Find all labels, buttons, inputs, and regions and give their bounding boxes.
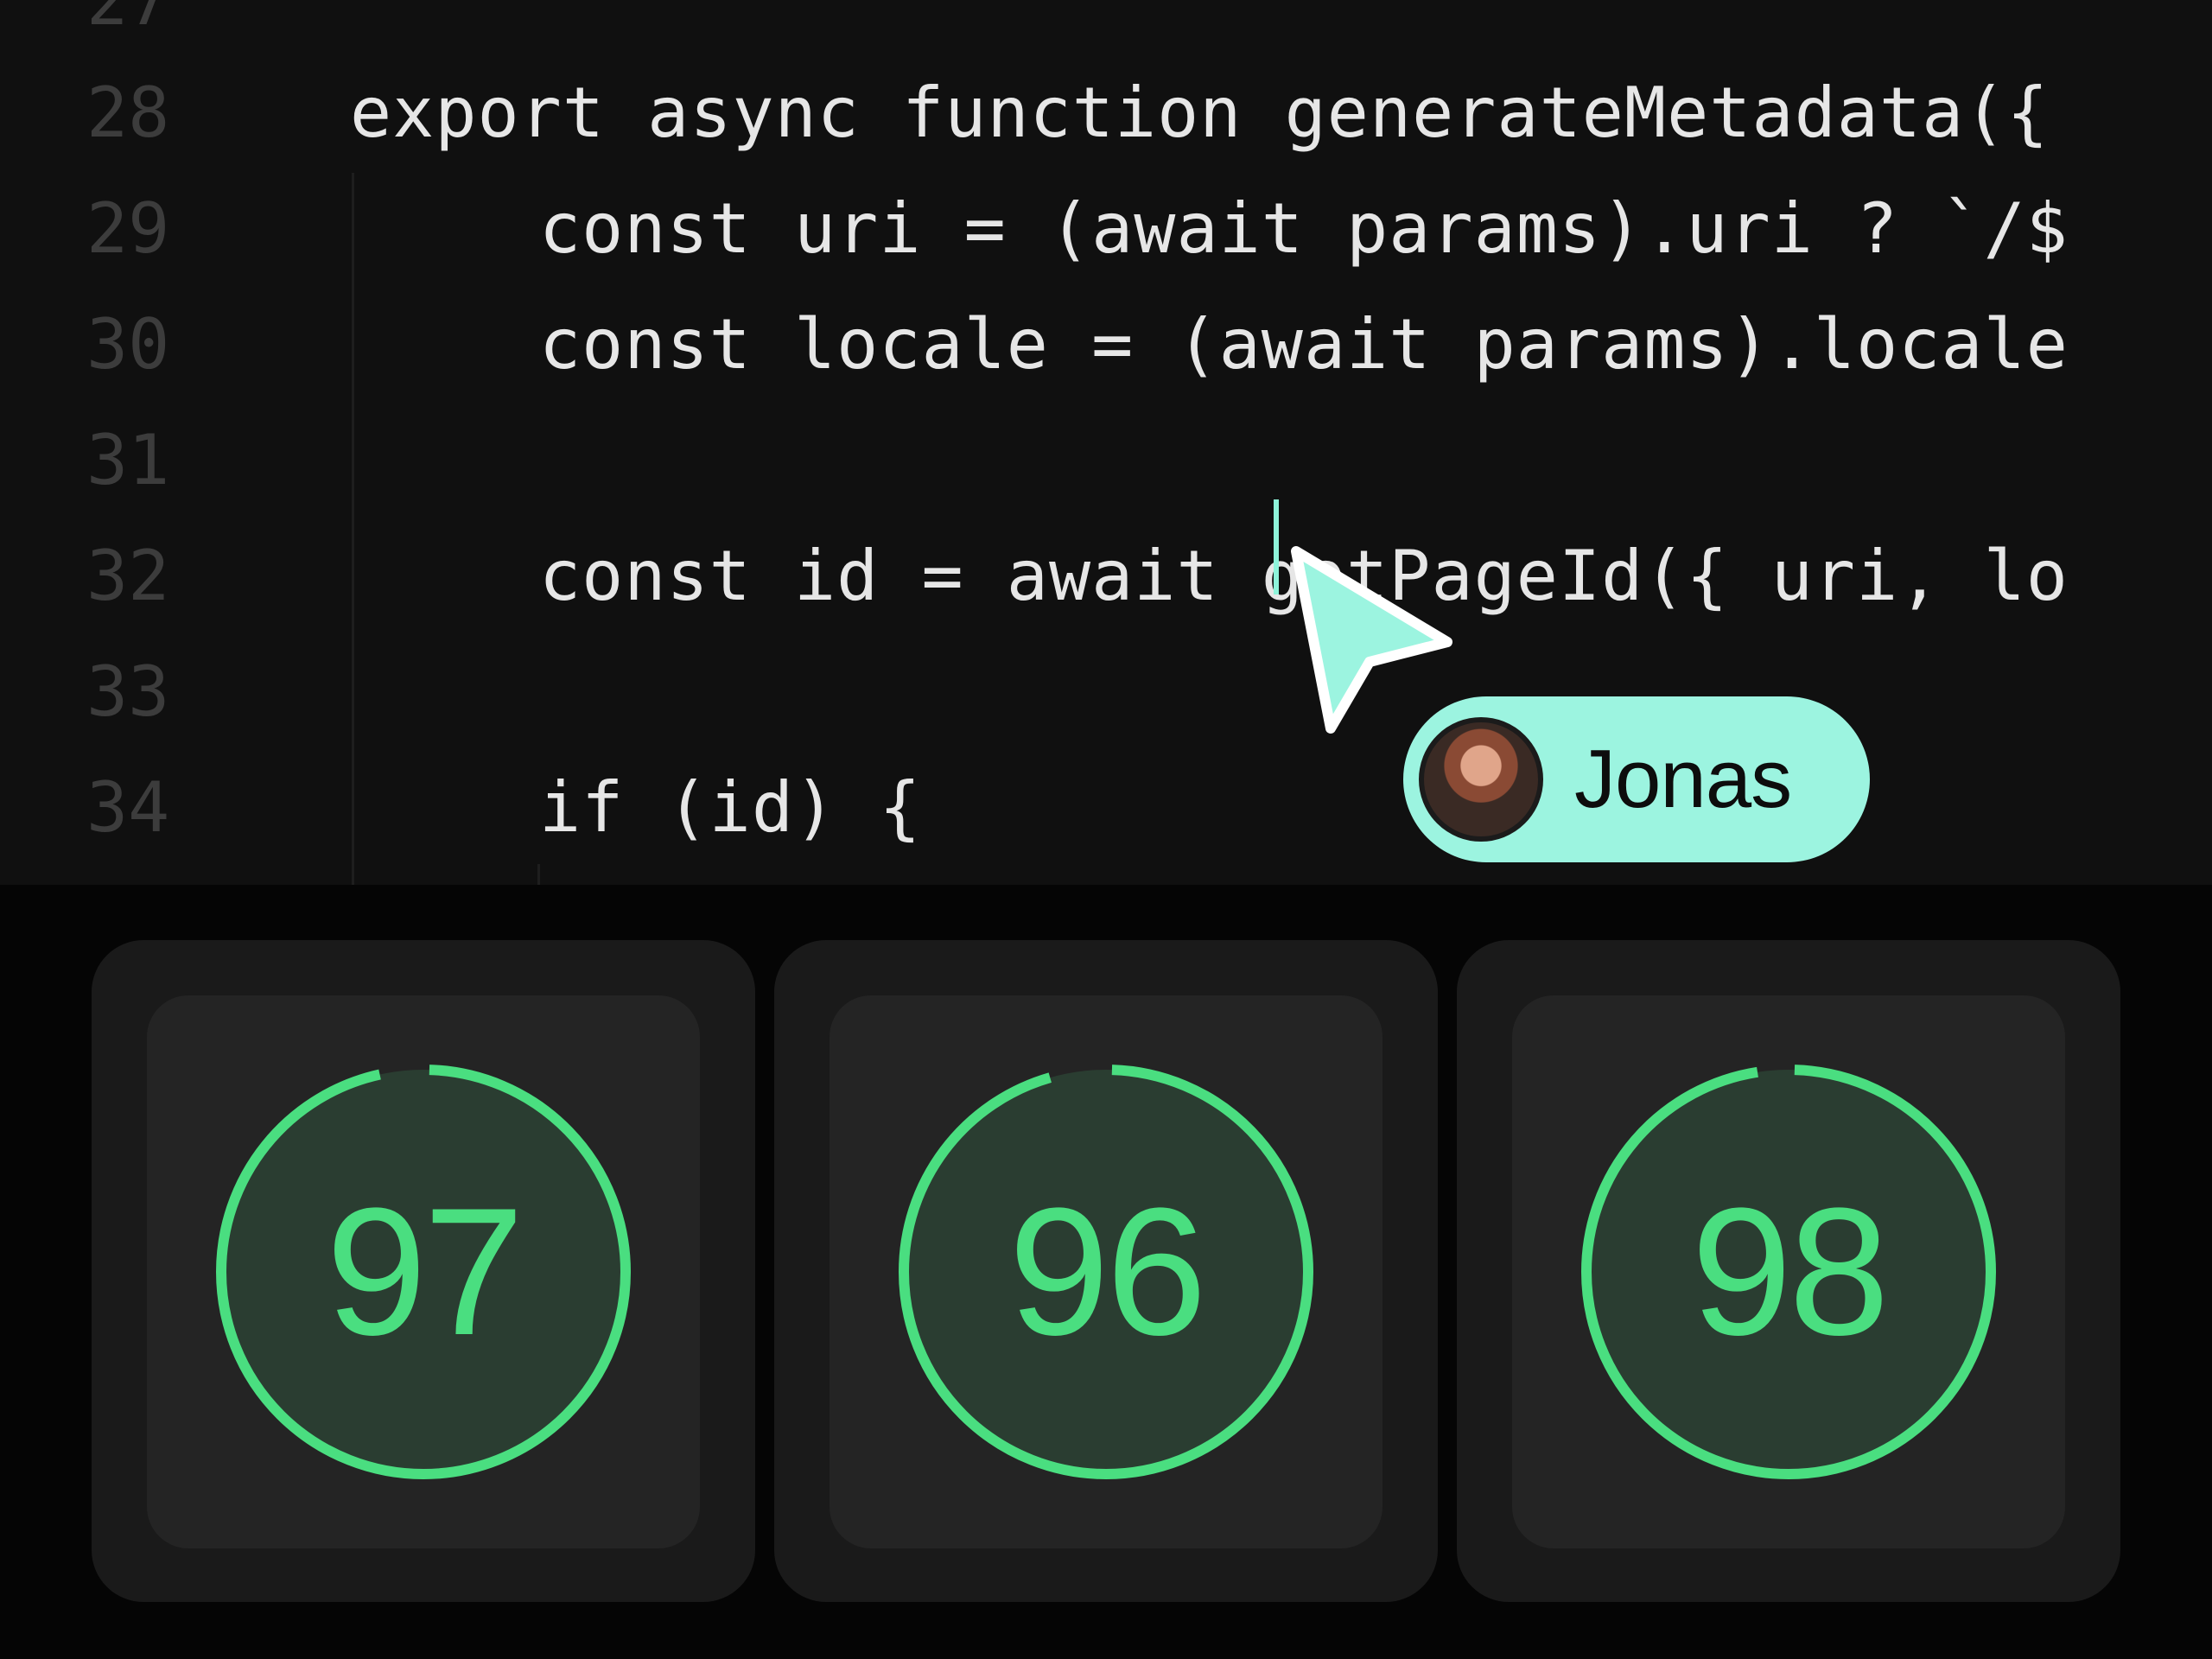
code-line[interactable]: 32 const id = await getPageId({ uri, lo [0, 518, 2212, 634]
score-card-inner: 96 [830, 995, 1382, 1548]
code-text[interactable]: const uri = (await params).uri ? `/$ [539, 171, 2069, 287]
code-line[interactable]: 34 if (id) { [0, 750, 2212, 866]
code-line[interactable]: 28 export async function generateMetadat… [0, 55, 2212, 171]
code-line[interactable]: 30 const locale = (await params).locale [0, 287, 2212, 403]
collaborator-badge: Jonas [1403, 696, 1870, 862]
score-value: 97 [326, 1170, 524, 1373]
line-number: 33 [86, 652, 170, 732]
collaborator-name: Jonas [1574, 733, 1792, 825]
score-card: 96 [774, 940, 1438, 1602]
score-card: 98 [1457, 940, 2120, 1602]
code-text[interactable]: if (id) { [539, 750, 921, 866]
line-number: 34 [86, 767, 170, 848]
code-text[interactable]: export async function generateMetadata({ [350, 55, 2050, 171]
code-line[interactable]: 29 const uri = (await params).uri ? `/$ [0, 171, 2212, 287]
score-card-inner: 97 [147, 995, 700, 1548]
line-number: 31 [86, 420, 170, 500]
line-number: 27 [86, 0, 170, 41]
code-text[interactable]: const locale = (await params).locale [539, 287, 2069, 403]
code-line[interactable]: 33 [0, 634, 2212, 750]
line-number: 30 [86, 304, 170, 385]
line-number: 29 [86, 188, 170, 269]
avatar [1419, 717, 1543, 842]
code-line[interactable]: 27 [0, 0, 2212, 59]
indent-guide [537, 864, 540, 885]
score-value: 96 [1008, 1170, 1207, 1373]
line-number: 28 [86, 73, 170, 153]
code-line[interactable]: 31 [0, 403, 2212, 518]
code-editor[interactable]: 27 28 export async function generateMeta… [0, 0, 2212, 885]
score-card-inner: 98 [1512, 995, 2065, 1548]
score-value: 98 [1691, 1170, 1890, 1373]
score-card: 97 [92, 940, 755, 1602]
line-number: 32 [86, 536, 170, 616]
